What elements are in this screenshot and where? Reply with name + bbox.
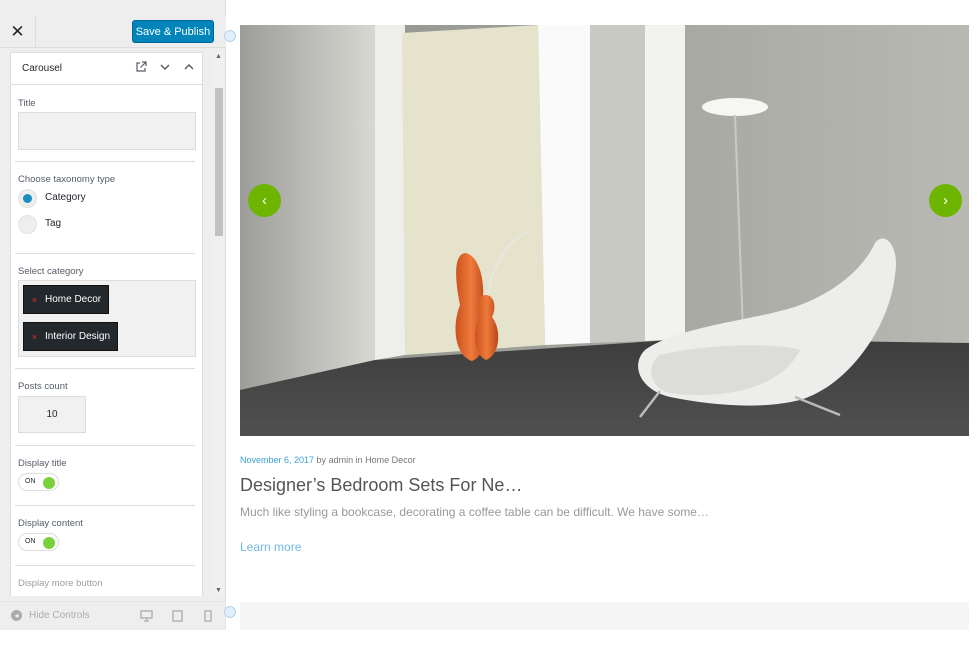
customizer-panel: ✕ Save & Publish Carousel Title Choose t…	[0, 0, 226, 630]
post-by: by	[314, 455, 329, 465]
radio-category-label: Category	[45, 192, 86, 203]
divider	[15, 253, 195, 254]
display-title-label: Display title	[18, 458, 67, 469]
posts-count-input[interactable]: 10	[18, 396, 86, 433]
post-category[interactable]: Home Decor	[365, 455, 416, 465]
hide-controls-button[interactable]: ◂ Hide Controls	[11, 610, 90, 621]
carousel-prev-button[interactable]: ‹	[248, 184, 281, 217]
desktop-icon[interactable]	[140, 610, 153, 625]
divider	[15, 368, 195, 369]
toggle-knob	[43, 477, 55, 489]
post-title[interactable]: Designer’s Bedroom Sets For Ne…	[240, 475, 522, 496]
category-select[interactable]: × Home Decor × Interior Design	[18, 280, 196, 357]
post-meta: November 6, 2017 by admin in Home Decor	[240, 455, 416, 465]
remove-chip-icon[interactable]: ×	[24, 295, 45, 305]
mobile-icon[interactable]	[204, 610, 212, 625]
select-category-label: Select category	[18, 266, 84, 277]
chevron-down-icon[interactable]	[159, 61, 171, 76]
chevron-up-icon[interactable]	[183, 61, 195, 76]
close-icon: ✕	[10, 21, 25, 41]
scroll-thumb[interactable]	[215, 88, 223, 236]
radio-category[interactable]	[18, 189, 37, 208]
edit-shortcut-icon[interactable]	[224, 606, 236, 618]
chip-label: Interior Design	[45, 331, 111, 342]
title-input[interactable]	[18, 112, 196, 150]
title-label: Title	[18, 98, 36, 109]
divider	[15, 161, 195, 162]
section-header: Carousel	[10, 52, 203, 85]
taxonomy-label: Choose taxonomy type	[18, 174, 116, 185]
learn-more-link[interactable]: Learn more	[240, 540, 301, 554]
scroll-up-icon[interactable]: ▲	[215, 53, 222, 60]
save-publish-button[interactable]: Save & Publish	[132, 20, 214, 43]
section-title: Carousel	[22, 63, 63, 74]
external-link-icon[interactable]	[135, 61, 147, 76]
panel-header: ✕ Save & Publish	[0, 15, 226, 48]
display-content-toggle[interactable]: ON	[18, 533, 59, 551]
collapse-icon: ◂	[11, 610, 22, 621]
remove-chip-icon[interactable]: ×	[24, 332, 45, 342]
chip-label: Home Decor	[45, 294, 102, 305]
toggle-knob	[43, 537, 55, 549]
carousel-slide: ‹ ›	[240, 25, 969, 436]
interior-photo	[240, 25, 969, 436]
divider	[15, 445, 195, 446]
customizer-app: ✕ Save & Publish Carousel Title Choose t…	[0, 0, 978, 645]
category-chip-home-decor: × Home Decor	[23, 285, 110, 314]
category-chip-interior-design: × Interior Design	[23, 322, 119, 351]
post-date-link[interactable]: November 6, 2017	[240, 455, 314, 465]
divider	[15, 565, 195, 566]
panel-footer: ◂ Hide Controls	[0, 601, 226, 630]
close-button[interactable]: ✕	[0, 15, 36, 48]
display-title-toggle[interactable]: ON	[18, 473, 59, 491]
toggle-state: ON	[25, 538, 36, 545]
radio-tag[interactable]	[18, 215, 37, 234]
carousel-next-button[interactable]: ›	[929, 184, 962, 217]
post-excerpt: Much like styling a bookcase, decorating…	[240, 505, 709, 519]
carousel-settings-form: Title Choose taxonomy type Category Tag …	[10, 85, 203, 596]
hide-controls-label: Hide Controls	[29, 610, 90, 621]
post-in: in	[353, 455, 366, 465]
divider	[15, 505, 195, 506]
post-author[interactable]: admin	[329, 455, 354, 465]
tablet-icon[interactable]	[172, 610, 183, 625]
next-section	[240, 602, 969, 630]
edit-shortcut-icon[interactable]	[224, 30, 236, 42]
panel-scrollbar[interactable]: ▲ ▼	[213, 52, 225, 596]
toggle-state: ON	[25, 478, 36, 485]
display-more-button-label: Display more button	[18, 578, 103, 589]
display-content-label: Display content	[18, 518, 83, 529]
radio-tag-label: Tag	[45, 218, 62, 229]
posts-count-label: Posts count	[18, 381, 68, 392]
scroll-down-icon[interactable]: ▼	[215, 587, 222, 594]
